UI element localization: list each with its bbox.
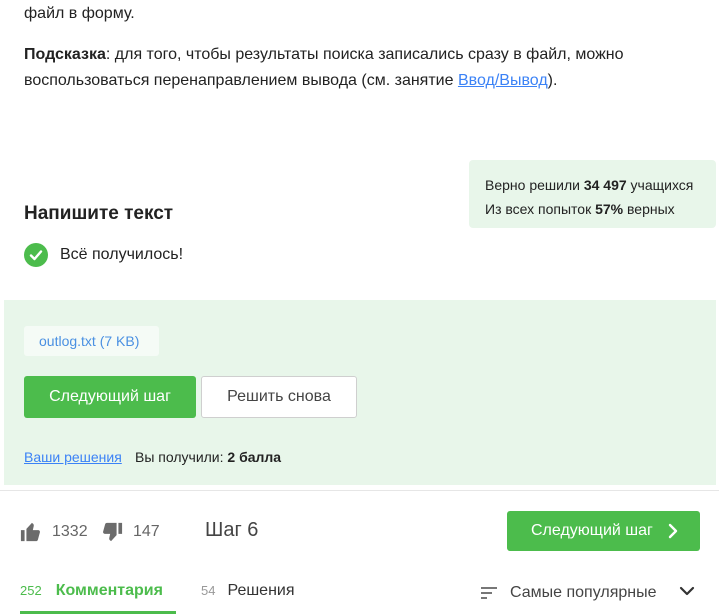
task-title: Напишите текст (24, 203, 174, 224)
solved-suffix: учащихся (626, 177, 694, 193)
attached-file-link[interactable]: outlog.txt (7 KB) (24, 326, 159, 356)
like-button[interactable]: 1332 (20, 519, 88, 545)
step-label: Шаг 6 (205, 519, 259, 541)
solutions-label: Решения (227, 582, 295, 599)
sort-icon (481, 587, 497, 599)
solve-stats-box: Верно решили 34 497 учащихся Из всех поп… (469, 160, 716, 228)
your-solutions-link[interactable]: Ваши решения (24, 449, 122, 465)
io-lesson-link[interactable]: Ввод/Вывод (458, 72, 548, 89)
hint-paragraph: Подсказка: для того, чтобы результаты по… (24, 42, 704, 94)
next-step-footer-label: Следующий шаг (531, 522, 653, 539)
like-count: 1332 (52, 523, 88, 540)
next-step-footer-button[interactable]: Следующий шаг (507, 511, 700, 551)
attempts-suffix: верных (623, 201, 675, 217)
score-value: 2 балла (227, 449, 282, 465)
attempts-prefix: Из всех попыток (485, 201, 596, 217)
tab-solutions[interactable]: 54 Решения (201, 582, 295, 600)
solved-line: Верно решили 34 497 учащихся (485, 173, 716, 197)
next-step-button[interactable]: Следующий шаг (24, 376, 196, 418)
lesson-text-line: файл в форму. (24, 1, 704, 27)
chevron-down-icon (679, 586, 695, 596)
lesson-text: файл в форму. (24, 5, 135, 22)
thumbs-up-icon (20, 522, 40, 542)
solve-again-button[interactable]: Решить снова (201, 376, 357, 418)
solutions-count: 54 (201, 583, 216, 598)
hint-label: Подсказка (24, 46, 106, 63)
hint-end: ). (547, 72, 558, 89)
solved-count: 34 497 (583, 177, 627, 193)
sort-label: Самые популярные (510, 584, 657, 601)
check-icon (24, 243, 48, 267)
solved-prefix: Верно решили (485, 177, 584, 193)
score-prefix: Вы получили: (135, 449, 228, 465)
chevron-right-icon (668, 523, 678, 539)
score-text: Вы получили: 2 балла (135, 449, 281, 465)
dislike-button[interactable]: 147 (101, 519, 160, 545)
tab-comments[interactable]: 252 Комментария (20, 582, 163, 600)
attempts-percent: 57% (595, 201, 624, 217)
dislike-count: 147 (133, 523, 160, 540)
divider (0, 490, 719, 491)
attempts-line: Из всех попыток 57% верных (485, 197, 716, 221)
success-text: Всё получилось! (60, 246, 184, 263)
comments-label: Комментария (55, 582, 163, 599)
comments-count: 252 (20, 583, 42, 598)
sort-dropdown[interactable]: Самые популярные (481, 582, 701, 604)
thumbs-down-icon (103, 522, 123, 542)
success-status: Всё получилось! (24, 242, 183, 268)
